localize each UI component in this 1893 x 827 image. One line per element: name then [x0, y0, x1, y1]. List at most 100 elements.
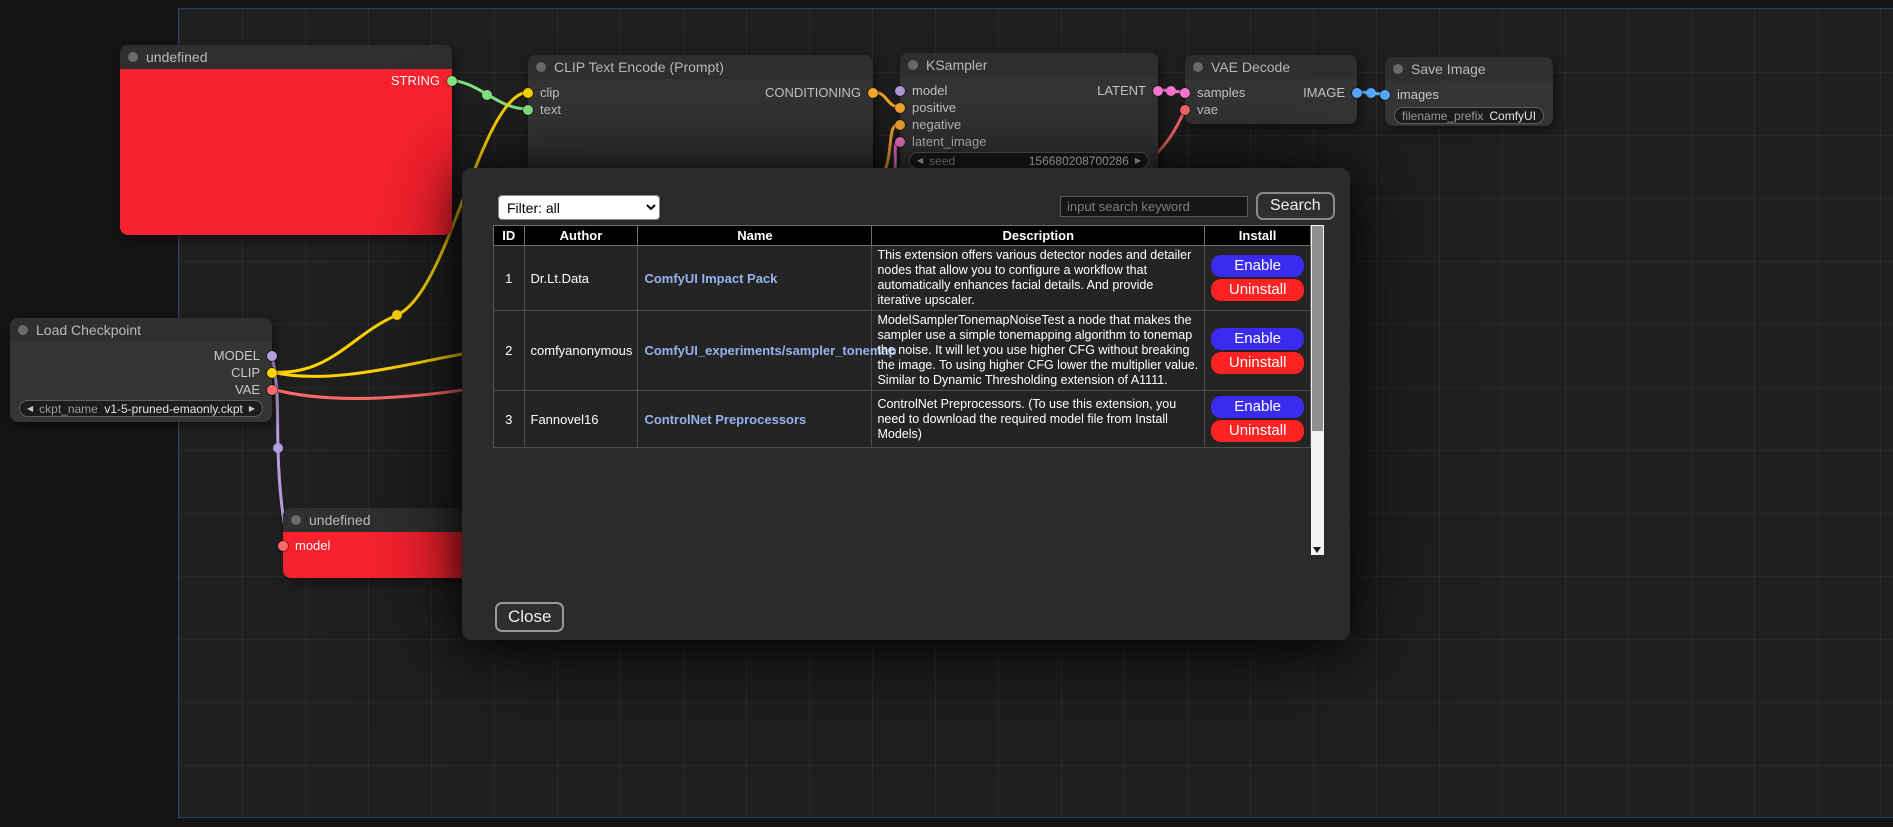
filename-prefix-label: filename_prefix — [1402, 109, 1483, 123]
ckpt-name-value: v1-5-pruned-emaonly.ckpt — [104, 402, 243, 416]
output-slot-vae[interactable] — [267, 385, 277, 395]
col-header-install: Install — [1205, 226, 1311, 246]
node-title-bar[interactable]: Save Image — [1385, 57, 1553, 81]
seed-decrement-arrow[interactable]: ◀ — [917, 157, 923, 165]
comfyui-canvas-viewport: undefined STRING CLIP Text Encode (Promp… — [0, 0, 1893, 827]
input-slot-negative[interactable] — [895, 120, 905, 130]
node-clip-text-encode[interactable]: CLIP Text Encode (Prompt) clip CONDITION… — [528, 55, 873, 174]
node-save-image[interactable]: Save Image images filename_prefix ComfyU… — [1385, 57, 1553, 126]
uninstall-button[interactable]: Uninstall — [1211, 352, 1304, 374]
input-label-samples: samples — [1197, 85, 1245, 100]
cell-description: This extension offers various detector n… — [872, 246, 1205, 311]
manager-dialog: Filter: all Search ID Author Name Descri… — [462, 168, 1350, 640]
output-label-string: STRING — [391, 73, 440, 88]
input-slot-positive[interactable] — [895, 103, 905, 113]
ckpt-next-arrow[interactable]: ▶ — [249, 405, 255, 413]
col-header-description: Description — [872, 226, 1205, 246]
collapse-dot[interactable] — [128, 52, 138, 62]
output-label-image: IMAGE — [1303, 85, 1345, 100]
node-title-bar[interactable]: Load Checkpoint — [10, 318, 272, 342]
node-title-text: CLIP Text Encode (Prompt) — [554, 59, 724, 75]
node-title-text: Save Image — [1411, 61, 1486, 77]
node-title-text: VAE Decode — [1211, 59, 1290, 75]
table-row: 2 comfyanonymous ComfyUI_experiments/sam… — [494, 311, 1311, 391]
collapse-dot[interactable] — [18, 325, 28, 335]
node-title-bar[interactable]: KSampler — [900, 53, 1158, 77]
ckpt-name-label: ckpt_name — [39, 402, 98, 416]
cell-description: ControlNet Preprocessors. (To use this e… — [872, 391, 1205, 448]
scrollbar-down-arrow-icon[interactable] — [1313, 547, 1321, 553]
filename-prefix-widget[interactable]: filename_prefix ComfyUI — [1394, 107, 1544, 124]
extension-name-link[interactable]: ControlNet Preprocessors — [644, 412, 806, 427]
cell-author: Fannovel16 — [524, 391, 638, 448]
input-slot-text[interactable] — [523, 105, 533, 115]
output-slot-string[interactable] — [447, 76, 457, 86]
input-slot-images[interactable] — [1380, 90, 1390, 100]
search-input[interactable] — [1060, 196, 1248, 217]
input-label-vae: vae — [1197, 102, 1218, 117]
extension-name-link[interactable]: ComfyUI Impact Pack — [644, 271, 777, 286]
cell-id: 3 — [494, 391, 525, 448]
node-load-checkpoint[interactable]: Load Checkpoint MODEL CLIP VAE — [10, 318, 272, 422]
collapse-dot[interactable] — [908, 60, 918, 70]
input-label-model: model — [295, 538, 330, 553]
output-label-latent: LATENT — [1097, 83, 1146, 98]
collapse-dot[interactable] — [1393, 64, 1403, 74]
output-slot-conditioning[interactable] — [868, 88, 878, 98]
filter-select[interactable]: Filter: all — [498, 195, 660, 220]
collapse-dot[interactable] — [1193, 62, 1203, 72]
enable-button[interactable]: Enable — [1211, 396, 1304, 418]
extension-table: ID Author Name Description Install 1 Dr.… — [493, 225, 1311, 448]
node-undefined-string[interactable]: undefined STRING — [120, 45, 452, 235]
extension-name-link[interactable]: ComfyUI_experiments/sampler_tonemap — [644, 343, 896, 358]
cell-install: Enable Uninstall — [1205, 246, 1311, 311]
cell-author: comfyanonymous — [524, 311, 638, 391]
output-label-clip: CLIP — [231, 365, 260, 380]
node-title-bar[interactable]: undefined — [120, 45, 452, 69]
node-vae-decode[interactable]: VAE Decode samples IMAGE vae — [1185, 55, 1357, 124]
table-header-row: ID Author Name Description Install — [494, 226, 1311, 246]
node-title-text: undefined — [146, 49, 208, 65]
output-slot-model[interactable] — [267, 351, 277, 361]
output-slot-image[interactable] — [1352, 88, 1362, 98]
output-slot-clip[interactable] — [267, 368, 277, 378]
output-slot-latent[interactable] — [1153, 86, 1163, 96]
collapse-dot[interactable] — [536, 62, 546, 72]
node-title-text: KSampler — [926, 57, 987, 73]
input-label-images: images — [1397, 87, 1439, 102]
seed-widget-label: seed — [929, 154, 955, 168]
input-slot-vae[interactable] — [1180, 105, 1190, 115]
input-label-clip: clip — [540, 85, 560, 100]
close-button[interactable]: Close — [495, 602, 564, 632]
uninstall-button[interactable]: Uninstall — [1211, 420, 1304, 442]
search-button[interactable]: Search — [1256, 192, 1335, 220]
seed-increment-arrow[interactable]: ▶ — [1135, 157, 1141, 165]
node-title-bar[interactable]: VAE Decode — [1185, 55, 1357, 79]
node-title-bar[interactable]: CLIP Text Encode (Prompt) — [528, 55, 873, 79]
output-label-conditioning: CONDITIONING — [765, 85, 861, 100]
node-title-text: undefined — [309, 512, 371, 528]
table-scrollbar[interactable] — [1311, 225, 1324, 555]
uninstall-button[interactable]: Uninstall — [1211, 279, 1304, 301]
output-label-model: MODEL — [214, 348, 260, 363]
input-slot-latent-image[interactable] — [895, 137, 905, 147]
collapse-dot[interactable] — [291, 515, 301, 525]
scrollbar-thumb[interactable] — [1312, 226, 1323, 431]
col-header-name: Name — [638, 226, 872, 246]
seed-widget-value: 156680208700286 — [1029, 154, 1129, 168]
cell-install: Enable Uninstall — [1205, 311, 1311, 391]
input-slot-model[interactable] — [895, 86, 905, 96]
seed-widget[interactable]: ◀ seed 156680208700286 ▶ — [909, 152, 1149, 169]
input-label-latent-image: latent_image — [912, 134, 986, 149]
col-header-author: Author — [524, 226, 638, 246]
enable-button[interactable]: Enable — [1211, 255, 1304, 277]
input-slot-model[interactable] — [278, 541, 288, 551]
input-label-negative: negative — [912, 117, 961, 132]
input-slot-clip[interactable] — [523, 88, 533, 98]
table-row: 3 Fannovel16 ControlNet Preprocessors Co… — [494, 391, 1311, 448]
ckpt-name-widget[interactable]: ◀ ckpt_name v1-5-pruned-emaonly.ckpt ▶ — [19, 400, 263, 417]
ckpt-prev-arrow[interactable]: ◀ — [27, 405, 33, 413]
input-slot-samples[interactable] — [1180, 88, 1190, 98]
enable-button[interactable]: Enable — [1211, 328, 1304, 350]
node-ksampler[interactable]: KSampler model LATENT positive — [900, 53, 1158, 187]
